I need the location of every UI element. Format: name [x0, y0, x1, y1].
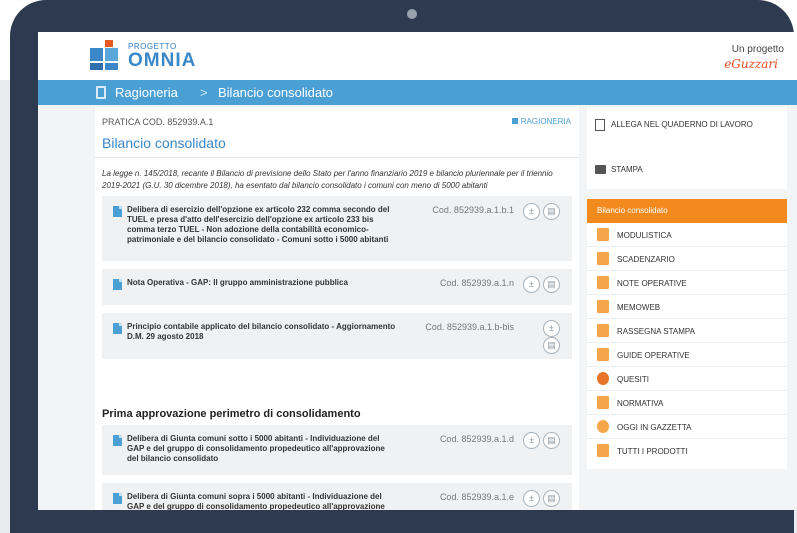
camera-dot [407, 9, 417, 19]
view-icon[interactable]: ▤ [543, 432, 560, 449]
notebook-icon [595, 119, 605, 131]
document-icon [113, 206, 122, 217]
main-content: PRATICA COD. 852939.A.1 RAGIONERIA Bilan… [95, 107, 579, 510]
project-by-label: Un progetto [731, 44, 784, 55]
brand-name[interactable]: OMNIA [128, 50, 196, 72]
item-title[interactable]: Delibera di Giunta comuni sotto i 5000 a… [127, 434, 397, 464]
page-title: Bilancio consolidato [102, 135, 226, 151]
menu-item-quesiti[interactable]: QUESITI [587, 367, 787, 391]
view-icon[interactable]: ▤ [543, 490, 560, 507]
products-icon [597, 444, 609, 457]
download-icon[interactable]: ± [523, 432, 540, 449]
menu-item-oggi-in-gazzetta[interactable]: OGGI IN GAZZETTA [587, 415, 787, 439]
practice-code: PRATICA COD. 852939.A.1 [102, 117, 214, 127]
print-link[interactable]: STAMPA [611, 164, 643, 175]
intro-text: La legge n. 145/2018, recante il Bilanci… [102, 169, 553, 190]
print-icon [595, 165, 606, 174]
list-item[interactable]: Principio contabile applicato del bilanc… [102, 313, 572, 359]
app-screen: PROGETTO OMNIA Un progetto eGuzzari Ragi… [38, 32, 797, 510]
list-item[interactable]: Delibera di esercizio dell'opzione ex ar… [102, 196, 572, 261]
item-code: Cod. 852939.a.1.e [439, 492, 514, 502]
breadcrumb: Ragioneria > Bilancio consolidato [38, 80, 797, 105]
document-icon [113, 435, 122, 446]
menu-item-rassegna-stampa[interactable]: RASSEGNA STAMPA [587, 319, 787, 343]
menu-item-memoweb[interactable]: MEMOWEB [587, 295, 787, 319]
menu-item-guide-operative[interactable]: GUIDE OPERATIVE [587, 343, 787, 367]
menu-item-scadenzario[interactable]: SCADENZARIO [587, 247, 787, 271]
view-icon[interactable]: ▤ [543, 337, 560, 354]
list-item[interactable]: Delibera di Giunta comuni sopra i 5000 a… [102, 483, 572, 510]
divider [95, 157, 579, 158]
item-title[interactable]: Delibera di Giunta comuni sopra i 5000 a… [127, 492, 397, 510]
products-menu: Bilancio consolidato MODULISTICA SCADENZ… [587, 199, 787, 469]
attach-to-notebook-link[interactable]: ALLEGA NEL QUADERNO DI LAVORO [611, 119, 771, 130]
press-icon [597, 324, 609, 337]
item-title[interactable]: Nota Operativa - GAP: Il gruppo amminist… [127, 278, 397, 288]
download-icon[interactable]: ± [523, 203, 540, 220]
sidebar: ALLEGA NEL QUADERNO DI LAVORO STAMPA Bil… [587, 107, 787, 510]
app-header: PROGETTO OMNIA Un progetto eGuzzari [38, 32, 797, 80]
list-item[interactable]: Delibera di Giunta comuni sotto i 5000 a… [102, 425, 572, 475]
breadcrumb-separator: > [200, 85, 208, 100]
gazette-icon [597, 420, 609, 433]
document-icon [113, 279, 122, 290]
download-icon[interactable]: ± [543, 320, 560, 337]
memoweb-icon [597, 300, 609, 313]
guide-icon [597, 348, 609, 361]
menu-item-modulistica[interactable]: MODULISTICA [587, 223, 787, 247]
question-icon [597, 372, 609, 385]
law-icon [597, 396, 609, 409]
document-icon [96, 86, 106, 99]
item-code: Cod. 852939.a.1.b-bis [425, 322, 514, 332]
item-code: Cod. 852939.a.1.d [439, 434, 514, 444]
item-code: Cod. 852939.a.1.b.1 [432, 205, 514, 215]
tablet-frame: PROGETTO OMNIA Un progetto eGuzzari Ragi… [10, 0, 797, 533]
sidebar-actions: ALLEGA NEL QUADERNO DI LAVORO STAMPA [587, 107, 787, 189]
view-icon[interactable]: ▤ [543, 276, 560, 293]
menu-header: Bilancio consolidato [587, 199, 787, 223]
modulistica-icon [597, 228, 609, 241]
menu-item-tutti-i-prodotti[interactable]: TUTTI I PRODOTTI [587, 439, 787, 463]
list-item[interactable]: Nota Operativa - GAP: Il gruppo amminist… [102, 269, 572, 305]
section-title: Prima approvazione perimetro di consolid… [102, 408, 361, 420]
breadcrumb-item-current: Bilancio consolidato [218, 85, 333, 100]
download-icon[interactable]: ± [523, 490, 540, 507]
publisher-logo[interactable]: eGuzzari [724, 57, 778, 71]
document-icon [113, 323, 122, 334]
menu-item-normativa[interactable]: NORMATIVA [587, 391, 787, 415]
item-code: Cod. 852939.a.1.n [439, 278, 514, 288]
breadcrumb-item-ragioneria[interactable]: Ragioneria [115, 85, 178, 100]
menu-item-note-operative[interactable]: NOTE OPERATIVE [587, 271, 787, 295]
item-title[interactable]: Principio contabile applicato del bilanc… [127, 322, 397, 342]
category-tag[interactable]: RAGIONERIA [512, 117, 571, 126]
item-title[interactable]: Delibera di esercizio dell'opzione ex ar… [127, 205, 397, 245]
download-icon[interactable]: ± [523, 276, 540, 293]
omnia-logo-icon[interactable] [90, 40, 120, 70]
view-icon[interactable]: ▤ [543, 203, 560, 220]
calendar-icon [597, 252, 609, 265]
note-icon [597, 276, 609, 289]
document-icon [113, 493, 122, 504]
